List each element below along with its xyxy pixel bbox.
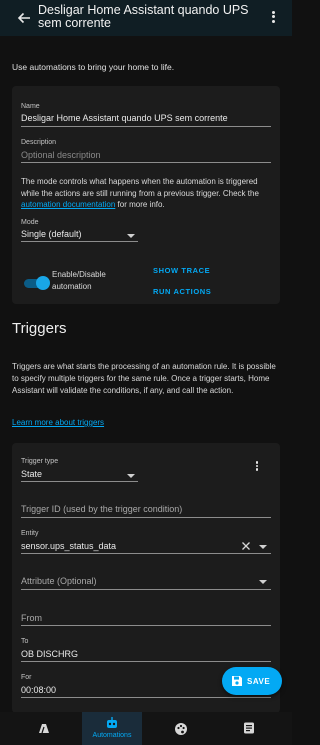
to-underline xyxy=(21,661,271,662)
to-label: To xyxy=(21,638,29,645)
attribute-dropdown-caret-icon[interactable] xyxy=(259,580,267,584)
trigger-type-label: Trigger type xyxy=(21,458,59,465)
enable-toggle-knob[interactable] xyxy=(36,276,50,290)
attribute-underline xyxy=(21,589,271,590)
toggle-label-line2: automation xyxy=(52,282,92,291)
nav-scripts[interactable] xyxy=(218,712,278,745)
name-label: Name xyxy=(21,103,40,110)
trigger-menu-icon[interactable] xyxy=(255,460,259,472)
nav-automations[interactable]: Automations xyxy=(82,712,142,745)
name-field[interactable]: Desligar Home Assistant quando UPS sem c… xyxy=(21,113,228,123)
entity-underline xyxy=(21,553,271,554)
nav-automations-label: Automations xyxy=(92,732,132,739)
trigger-id-underline xyxy=(21,517,271,518)
run-actions-button[interactable]: RUN ACTIONS xyxy=(153,287,211,296)
bottom-navigation: Automations xyxy=(0,712,292,745)
triggers-heading: Triggers xyxy=(12,320,67,337)
mode-label: Mode xyxy=(21,219,39,226)
toggle-label: Enable/Disable automation xyxy=(52,269,106,293)
nav-devices[interactable] xyxy=(13,712,73,745)
trigger-id-field[interactable]: Trigger ID (used by the trigger conditio… xyxy=(21,504,182,514)
entity-dropdown-caret-icon[interactable] xyxy=(259,545,267,549)
from-underline xyxy=(21,625,271,626)
for-field[interactable]: 00:08:00 xyxy=(21,685,56,695)
mode-dropdown-caret-icon[interactable] xyxy=(127,234,135,238)
clear-entity-icon[interactable] xyxy=(241,541,251,551)
show-trace-button[interactable]: SHOW TRACE xyxy=(153,266,210,275)
save-button[interactable]: SAVE xyxy=(222,667,282,695)
trigger-type-underline xyxy=(21,481,138,482)
triggers-description: Triggers are what starts the processing … xyxy=(12,362,276,396)
learn-more-triggers-link[interactable]: Learn more about triggers xyxy=(12,417,104,429)
mode-help-before: The mode controls what happens when the … xyxy=(21,177,259,198)
top-app-bar: Desligar Home Assistant quando UPS sem c… xyxy=(0,0,292,36)
robot-icon xyxy=(105,716,119,730)
for-underline xyxy=(21,697,271,698)
automation-details-card: Name Desligar Home Assistant quando UPS … xyxy=(12,86,280,304)
entity-label: Entity xyxy=(21,530,39,537)
back-arrow-icon[interactable] xyxy=(14,8,34,28)
trigger-type-caret-icon[interactable] xyxy=(127,474,135,478)
from-field[interactable]: From xyxy=(21,613,42,623)
attribute-field[interactable]: Attribute (Optional) xyxy=(21,576,97,586)
overflow-menu-icon[interactable] xyxy=(270,9,276,27)
automation-documentation-link[interactable]: automation documentation xyxy=(21,200,115,209)
mode-help-after: for more info. xyxy=(117,200,165,209)
name-field-underline xyxy=(21,126,271,127)
description-field[interactable]: Optional description xyxy=(21,150,101,160)
entity-field[interactable]: sensor.ups_status_data xyxy=(21,541,116,551)
mode-select[interactable]: Single (default) xyxy=(21,229,82,239)
script-icon xyxy=(242,721,256,735)
intro-text: Use automations to bring your home to li… xyxy=(12,62,175,72)
save-button-label: SAVE xyxy=(247,676,271,686)
mode-help-text: The mode controls what happens when the … xyxy=(21,176,273,211)
devices-icon xyxy=(37,721,51,735)
description-label: Description xyxy=(21,139,57,146)
toggle-label-line1: Enable/Disable xyxy=(52,270,106,279)
to-field[interactable]: OB DISCHRG xyxy=(21,649,78,659)
nav-areas[interactable] xyxy=(150,712,210,745)
description-field-underline xyxy=(21,162,271,163)
page-title: Desligar Home Assistant quando UPS sem c… xyxy=(38,3,249,30)
mode-select-underline xyxy=(21,241,138,242)
floppy-disk-icon xyxy=(231,675,243,687)
trigger-type-select[interactable]: State xyxy=(21,469,42,479)
for-label: For xyxy=(21,674,32,681)
palette-icon xyxy=(174,722,188,736)
